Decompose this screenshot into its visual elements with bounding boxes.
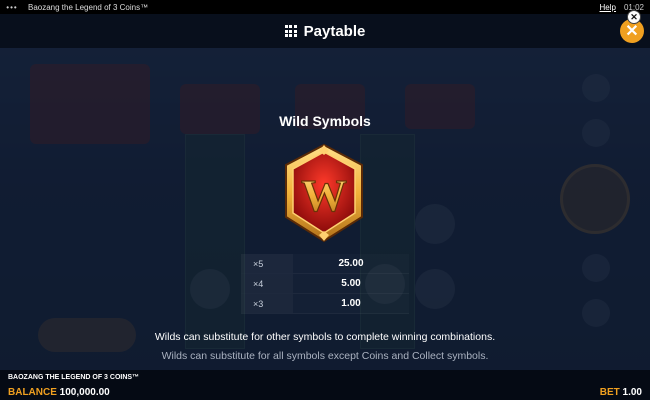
wild-letter: W: [301, 170, 347, 221]
balance-value: 100,000.00: [59, 387, 110, 398]
help-link[interactable]: Help: [600, 3, 616, 12]
menu-dots-icon[interactable]: •••: [0, 3, 24, 12]
pay-multiplier: ×5: [241, 254, 293, 273]
bet-label: BET: [599, 387, 620, 398]
status-bar: BAOZANG THE LEGEND OF 3 COINS™ BALANCE 1…: [0, 370, 650, 400]
close-window-icon[interactable]: ✕: [627, 10, 641, 24]
game-name: BAOZANG THE LEGEND OF 3 COINS™: [8, 374, 140, 381]
bet-display: BET 1.00: [600, 387, 642, 398]
bet-value: 1.00: [622, 387, 642, 398]
pay-value: 25.00: [338, 258, 364, 269]
pay-multiplier: ×3: [241, 294, 293, 313]
wild-description-2: Wilds can substitute for all symbols exc…: [161, 350, 489, 362]
pay-table: ×5 25.00 ×4 5.00 ×3 1.00: [241, 254, 409, 314]
window-title: Baozang the Legend of 3 Coins™: [28, 2, 149, 12]
paytable-header: Paytable: [0, 14, 650, 48]
wild-description-1: Wilds can substitute for other symbols t…: [154, 331, 496, 343]
pay-row: ×3 1.00: [241, 294, 409, 314]
balance-display: BALANCE 100,000.00: [8, 387, 110, 398]
pay-multiplier: ×4: [241, 274, 293, 293]
pay-row: ×5 25.00: [241, 254, 409, 274]
wild-w-shield-icon: W: [285, 143, 363, 243]
paytable-title: Paytable: [303, 22, 366, 40]
grid-menu-icon: [284, 25, 297, 37]
game-screen: ••• Baozang the Legend of 3 Coins™ Help …: [0, 0, 650, 400]
pay-row: ×4 5.00: [241, 274, 409, 294]
section-title: Wild Symbols: [279, 113, 371, 129]
pay-value: 5.00: [341, 278, 361, 289]
system-bar: ••• Baozang the Legend of 3 Coins™ Help …: [0, 0, 650, 14]
balance-label: BALANCE: [8, 387, 57, 398]
pay-value: 1.00: [341, 298, 361, 309]
